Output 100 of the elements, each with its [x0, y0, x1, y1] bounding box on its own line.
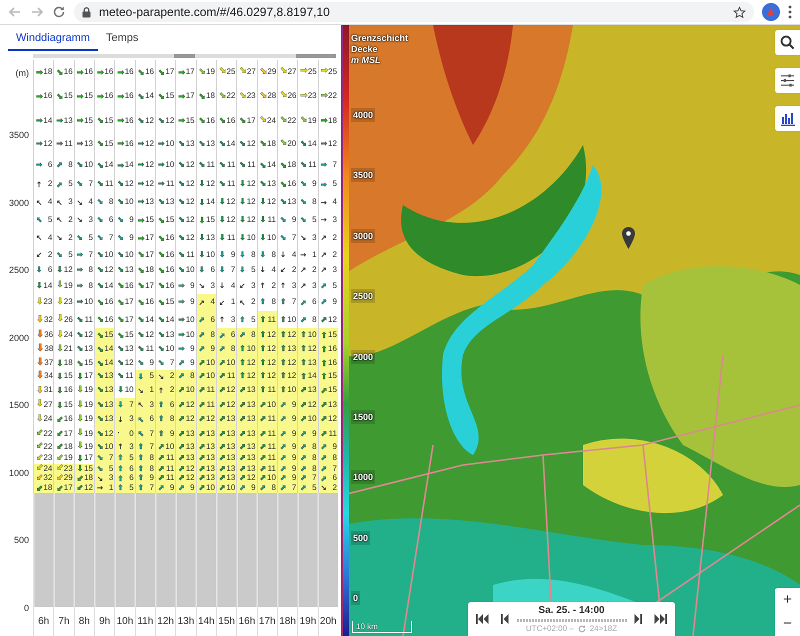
- wind-speed: 10: [186, 331, 195, 340]
- settings-button[interactable]: [775, 68, 800, 93]
- wind-speed: 19: [84, 442, 93, 450]
- wind-speed: 24: [64, 331, 73, 340]
- chart-button[interactable]: [775, 106, 800, 131]
- wind-speed: 8: [210, 331, 215, 340]
- wind-arrow: ⬊: [158, 216, 165, 224]
- wind-arrow: ⬊: [96, 298, 104, 306]
- wind-speed: 5: [312, 484, 317, 492]
- altitude-label: 1500: [8, 399, 30, 412]
- tab[interactable]: Winddiagramm: [8, 27, 98, 51]
- wind-speed: 12: [145, 116, 154, 124]
- map-pin-icon[interactable]: [622, 227, 635, 249]
- wind-speed: 22: [43, 430, 52, 438]
- wind-speed: 5: [129, 454, 134, 462]
- wind-speed: 11: [64, 140, 73, 148]
- wind-speed: 10: [206, 250, 215, 258]
- wind-speed: 9: [251, 484, 256, 492]
- search-button[interactable]: [775, 30, 800, 55]
- wind-arrow: ⬆: [320, 331, 328, 340]
- wind-speed: 25: [328, 68, 338, 76]
- wind-arrow: ⬈: [218, 430, 226, 438]
- wind-speed: 14: [226, 140, 236, 148]
- scale-label: 4000: [351, 108, 376, 122]
- wind-arrow: ⬋: [56, 429, 64, 438]
- wind-speed: 10: [246, 234, 256, 242]
- wind-speed: 6: [312, 298, 317, 306]
- wind-arrow: ⬊: [158, 68, 165, 76]
- wind-speed: 17: [84, 454, 93, 462]
- profile-avatar-icon[interactable]: [762, 3, 780, 21]
- wind-arrow: ⬊: [96, 281, 104, 290]
- wind-speed: 18: [328, 116, 337, 124]
- wind-speed: 18: [145, 266, 154, 274]
- wind-arrow: ⬈: [239, 430, 246, 438]
- url-field[interactable]: meteo-parapente.com/#/46.0297,8.8197,10: [74, 2, 754, 22]
- reload-icon[interactable]: [52, 5, 66, 19]
- altitude-label: 2000: [8, 332, 30, 344]
- wind-speed: 16: [104, 68, 114, 76]
- wind-speed: 12: [226, 400, 236, 409]
- wind-speed: 11: [268, 430, 276, 438]
- wind-speed: 2: [251, 298, 256, 306]
- hour-label: 14h: [196, 607, 216, 636]
- altitude-label: 3000: [8, 196, 30, 210]
- wind-speed: 13: [246, 464, 256, 472]
- wind-speed: 3: [332, 266, 337, 274]
- altitude-label: 3500: [8, 129, 30, 142]
- wind-arrow: ⬇: [76, 400, 84, 409]
- wind-speed: 10: [165, 140, 174, 148]
- wind-speed: 12: [246, 180, 256, 188]
- wind-speed: 12: [267, 372, 276, 380]
- wind-arrow: ⬊: [56, 68, 64, 76]
- wind-speed: 25: [226, 68, 236, 76]
- wind-speed: 9: [292, 430, 296, 438]
- wind-arrow: ⬊: [300, 116, 308, 125]
- wind-arrow: ⬋: [56, 454, 64, 462]
- wind-arrow: ⬈: [239, 442, 246, 450]
- refresh-icon: [578, 624, 586, 632]
- wind-speed: 9: [292, 216, 296, 224]
- tab[interactable]: Temps: [98, 27, 146, 51]
- wind-speed: 9: [292, 474, 296, 482]
- more-menu-icon[interactable]: [788, 5, 792, 19]
- wind-speed: 10: [226, 484, 236, 492]
- wind-arrow: ➡: [320, 67, 328, 76]
- wind-speed: 7: [292, 234, 296, 242]
- wind-speed: 23: [308, 92, 317, 100]
- wind-speed: 9: [129, 216, 134, 224]
- wind-arrow: ⬊: [158, 281, 165, 290]
- wind-speed: 14: [308, 372, 317, 380]
- wind-speed: 13: [206, 442, 215, 450]
- wind-speed: 7: [150, 430, 154, 438]
- wind-arrow: ⬇: [56, 281, 64, 290]
- wind-speed: 7: [312, 474, 317, 482]
- wind-arrow: ⬇: [56, 344, 64, 354]
- wind-speed: 12: [145, 160, 154, 169]
- wind-speed: 5: [332, 282, 337, 290]
- wind-speed: 5: [68, 250, 73, 258]
- wind-arrow: ➡: [300, 67, 308, 76]
- wind-speed: 14: [165, 316, 174, 324]
- wind-speed: 12: [124, 358, 134, 367]
- wind-arrow: ➡: [138, 198, 144, 206]
- wind-speed: 19: [84, 386, 93, 394]
- wind-speed: 13: [206, 234, 215, 242]
- wind-speed: 8: [312, 464, 317, 472]
- wind-arrow: ⬊: [158, 315, 165, 324]
- wind-speed: 4: [48, 234, 52, 242]
- hour-label: 11h: [134, 607, 155, 636]
- wind-speed: 12: [328, 140, 337, 148]
- time-label: Sa. 25. - 14:00: [538, 604, 605, 616]
- wind-speed: 14: [308, 140, 317, 148]
- wind-speed: 7: [230, 266, 236, 274]
- wind-speed: 24: [43, 415, 52, 424]
- wind-arrow: ⬊: [56, 92, 64, 100]
- wind-speed: 12: [84, 484, 93, 492]
- wind-speed: 9: [150, 358, 154, 367]
- wind-arrow: ⬊: [239, 116, 246, 125]
- wind-speed: 13: [226, 454, 236, 462]
- wind-speed: 12: [186, 160, 195, 169]
- wind-speed: 3: [88, 216, 93, 224]
- wind-speed: 8: [68, 160, 73, 169]
- star-icon[interactable]: [733, 6, 746, 18]
